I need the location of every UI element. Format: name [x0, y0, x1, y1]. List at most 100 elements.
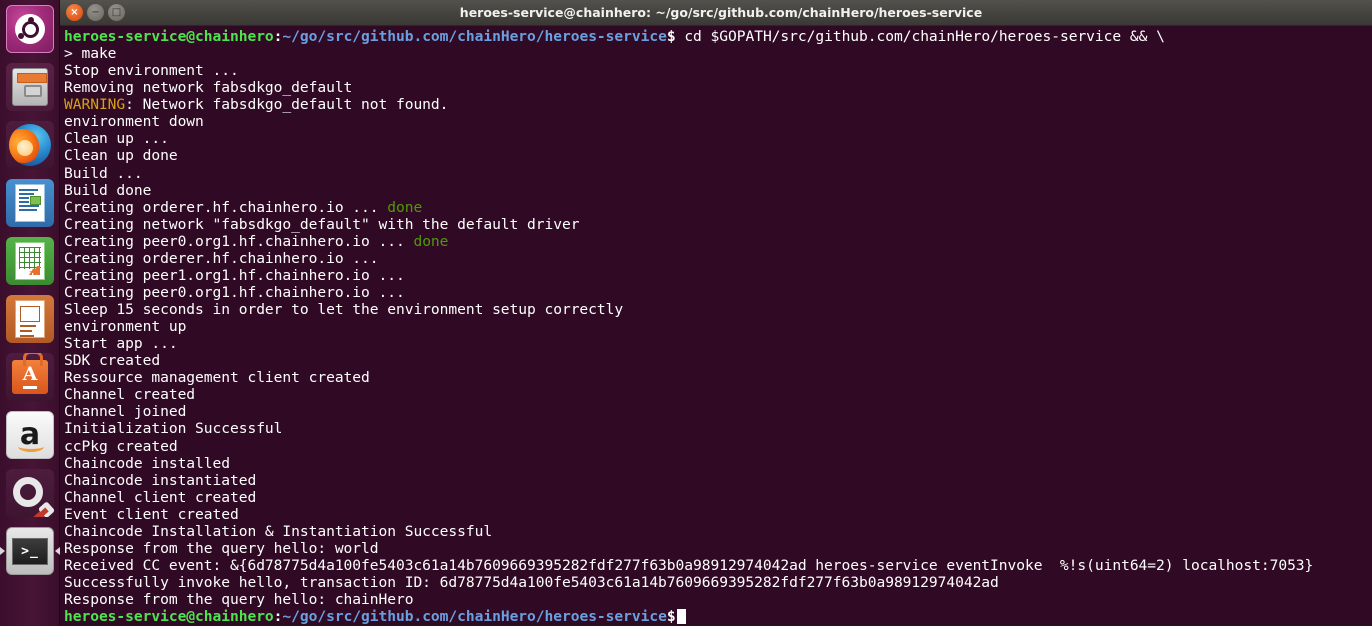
terminal-line: Clean up done: [64, 147, 178, 165]
terminal-line: Chaincode installed: [64, 454, 230, 472]
document-image-placeholder: [30, 196, 41, 205]
terminal-line: Initialization Successful: [64, 420, 283, 438]
software-center-letter: A: [22, 365, 38, 389]
terminal-line: > make: [64, 45, 117, 63]
terminal-line: Creating peer1.org1.hf.chainhero.io ...: [64, 267, 1372, 284]
terminal-line: Ressource management client created: [64, 369, 370, 387]
desktop-screen: A a >_ × − □ heroes-service@chainhero: ~…: [0, 0, 1372, 626]
libreoffice-writer-icon[interactable]: [6, 179, 54, 227]
document-page-shape: [15, 184, 45, 222]
terminal-line: Build done: [64, 181, 152, 199]
sidebar-item-ubuntu-software-center[interactable]: A: [0, 348, 60, 406]
window-controls: × − □: [66, 4, 125, 21]
terminal-line: Channel joined: [64, 403, 187, 421]
sidebar-item-amazon[interactable]: a: [0, 406, 60, 464]
terminal-line: Channel created: [64, 386, 196, 404]
terminal-warning-line: WARNING: Network fabsdkgo_default not fo…: [64, 96, 1372, 113]
terminal-line: Creating peer0.org1.hf.chainhero.io ...: [64, 284, 1372, 301]
wrench-icon: [23, 505, 51, 517]
firefox-globe-shape: [9, 124, 51, 166]
text-cursor[interactable]: [676, 609, 686, 625]
terminal-line: Removing network fabsdkgo_default: [64, 79, 353, 97]
status-done: done: [413, 232, 449, 250]
terminal-line: Creating peer0.org1.hf.chainhero.io ... …: [64, 233, 1372, 250]
warning-label: WARNING: [64, 96, 126, 114]
spreadsheet-grid: [19, 247, 41, 269]
terminal-line: Response from the query hello: chainHero: [64, 591, 414, 609]
libreoffice-calc-icon[interactable]: [6, 237, 54, 285]
sidebar-item-firefox[interactable]: [0, 116, 60, 174]
ubuntu-dash-icon[interactable]: [6, 5, 54, 53]
terminal-current-prompt: heroes-service@chainhero:~/go/src/github…: [64, 608, 1372, 625]
maximize-icon[interactable]: □: [108, 4, 125, 21]
terminal-line: Sleep 15 seconds in order to let the env…: [64, 301, 624, 318]
prompt-path: ~/go/src/github.com/chainHero/heroes-ser…: [282, 608, 667, 626]
prompt-dollar: $: [666, 608, 676, 626]
creating-text: Creating peer1.org1.hf.chainhero.io ...: [64, 266, 405, 284]
terminal-line: Chaincode instantiated: [64, 471, 257, 489]
terminal-line: Creating network "fabsdkgo_default" with…: [64, 216, 1372, 233]
running-indicator-left: [0, 547, 5, 555]
terminal-line: Chaincode Installation & Instantiation S…: [64, 522, 493, 540]
close-icon[interactable]: ×: [66, 4, 83, 21]
typed-command: cd $GOPATH/src/github.com/chainHero/hero…: [675, 28, 1165, 45]
terminal-line: Stop environment ...: [64, 62, 239, 80]
spreadsheet-shape: [15, 242, 45, 280]
terminal-icon[interactable]: >_: [6, 527, 54, 575]
sidebar-item-libreoffice-writer[interactable]: [0, 174, 60, 232]
terminal-prompt-line: heroes-service@chainhero:~/go/src/github…: [64, 28, 1372, 45]
sidebar-item-ubuntu-dash[interactable]: [0, 0, 60, 58]
terminal-glyph: >_: [12, 537, 48, 565]
terminal-line: Creating orderer.hf.chainhero.io ...: [64, 250, 1372, 267]
sidebar-item-libreoffice-calc[interactable]: [0, 232, 60, 290]
ubuntu-logo-circle: [15, 14, 45, 44]
amazon-letter: a: [17, 417, 45, 453]
sidebar-item-libreoffice-impress[interactable]: [0, 290, 60, 348]
focused-indicator-right: [55, 547, 60, 555]
creating-text: Creating network "fabsdkgo_default" with…: [64, 215, 580, 233]
terminal-line: environment down: [64, 113, 204, 131]
terminal-line: Build ...: [64, 164, 143, 182]
creating-text: Creating orderer.hf.chainhero.io ...: [64, 249, 379, 267]
slide-shape: [15, 300, 45, 338]
terminal-line: Start app ...: [64, 335, 178, 353]
firefox-icon[interactable]: [6, 121, 54, 169]
files-icon[interactable]: [6, 63, 54, 111]
amazon-icon[interactable]: a: [6, 411, 54, 459]
window-titlebar[interactable]: × − □ heroes-service@chainhero: ~/go/src…: [60, 0, 1372, 26]
terminal-line: Response from the query hello: world: [64, 539, 379, 557]
status-done: done: [387, 198, 423, 216]
system-settings-icon[interactable]: [6, 469, 54, 517]
filing-cabinet-shape: [12, 68, 48, 106]
shopping-bag-shape: A: [12, 353, 48, 394]
terminal-line: Creating orderer.hf.chainhero.io ... don…: [64, 199, 1372, 216]
ubuntu-logo-inner: [17, 16, 39, 39]
terminal-line: environment up: [64, 318, 187, 336]
terminal-output-area[interactable]: heroes-service@chainhero:~/go/src/github…: [60, 26, 1372, 626]
gear-icon: [13, 476, 43, 507]
terminal-line: ccPkg created: [64, 437, 178, 455]
terminal-line: Clean up ...: [64, 130, 169, 148]
prompt-user: heroes-service@chainhero: [64, 28, 274, 45]
terminal-line: Event client created: [64, 505, 239, 523]
creating-text: Creating peer0.org1.hf.chainhero.io ...: [64, 232, 414, 250]
terminal-line: Successfully invoke hello, transaction I…: [64, 574, 999, 591]
prompt-dollar: $: [666, 28, 676, 45]
warning-message: : Network fabsdkgo_default not found.: [125, 96, 449, 114]
minimize-icon[interactable]: −: [87, 4, 104, 21]
terminal-line: Channel client created: [64, 488, 257, 506]
sidebar-item-files[interactable]: [0, 58, 60, 116]
unity-launcher: A a >_: [0, 0, 60, 626]
prompt-path: ~/go/src/github.com/chainHero/heroes-ser…: [282, 28, 667, 45]
libreoffice-impress-icon[interactable]: [6, 295, 54, 343]
terminal-line: Received CC event: &{6d78775d4a100fe5403…: [64, 556, 1314, 574]
creating-text: Creating orderer.hf.chainhero.io ...: [64, 198, 388, 216]
window-title: heroes-service@chainhero: ~/go/src/githu…: [459, 5, 983, 20]
prompt-user: heroes-service@chainhero: [64, 608, 274, 626]
terminal-window: × − □ heroes-service@chainhero: ~/go/src…: [60, 0, 1372, 626]
ubuntu-software-center-icon[interactable]: A: [6, 353, 54, 401]
sidebar-item-system-settings[interactable]: [0, 464, 60, 522]
sidebar-item-terminal[interactable]: >_: [0, 522, 60, 580]
slide-content-box: [20, 306, 40, 322]
creating-text: Creating peer0.org1.hf.chainhero.io ...: [64, 283, 405, 301]
